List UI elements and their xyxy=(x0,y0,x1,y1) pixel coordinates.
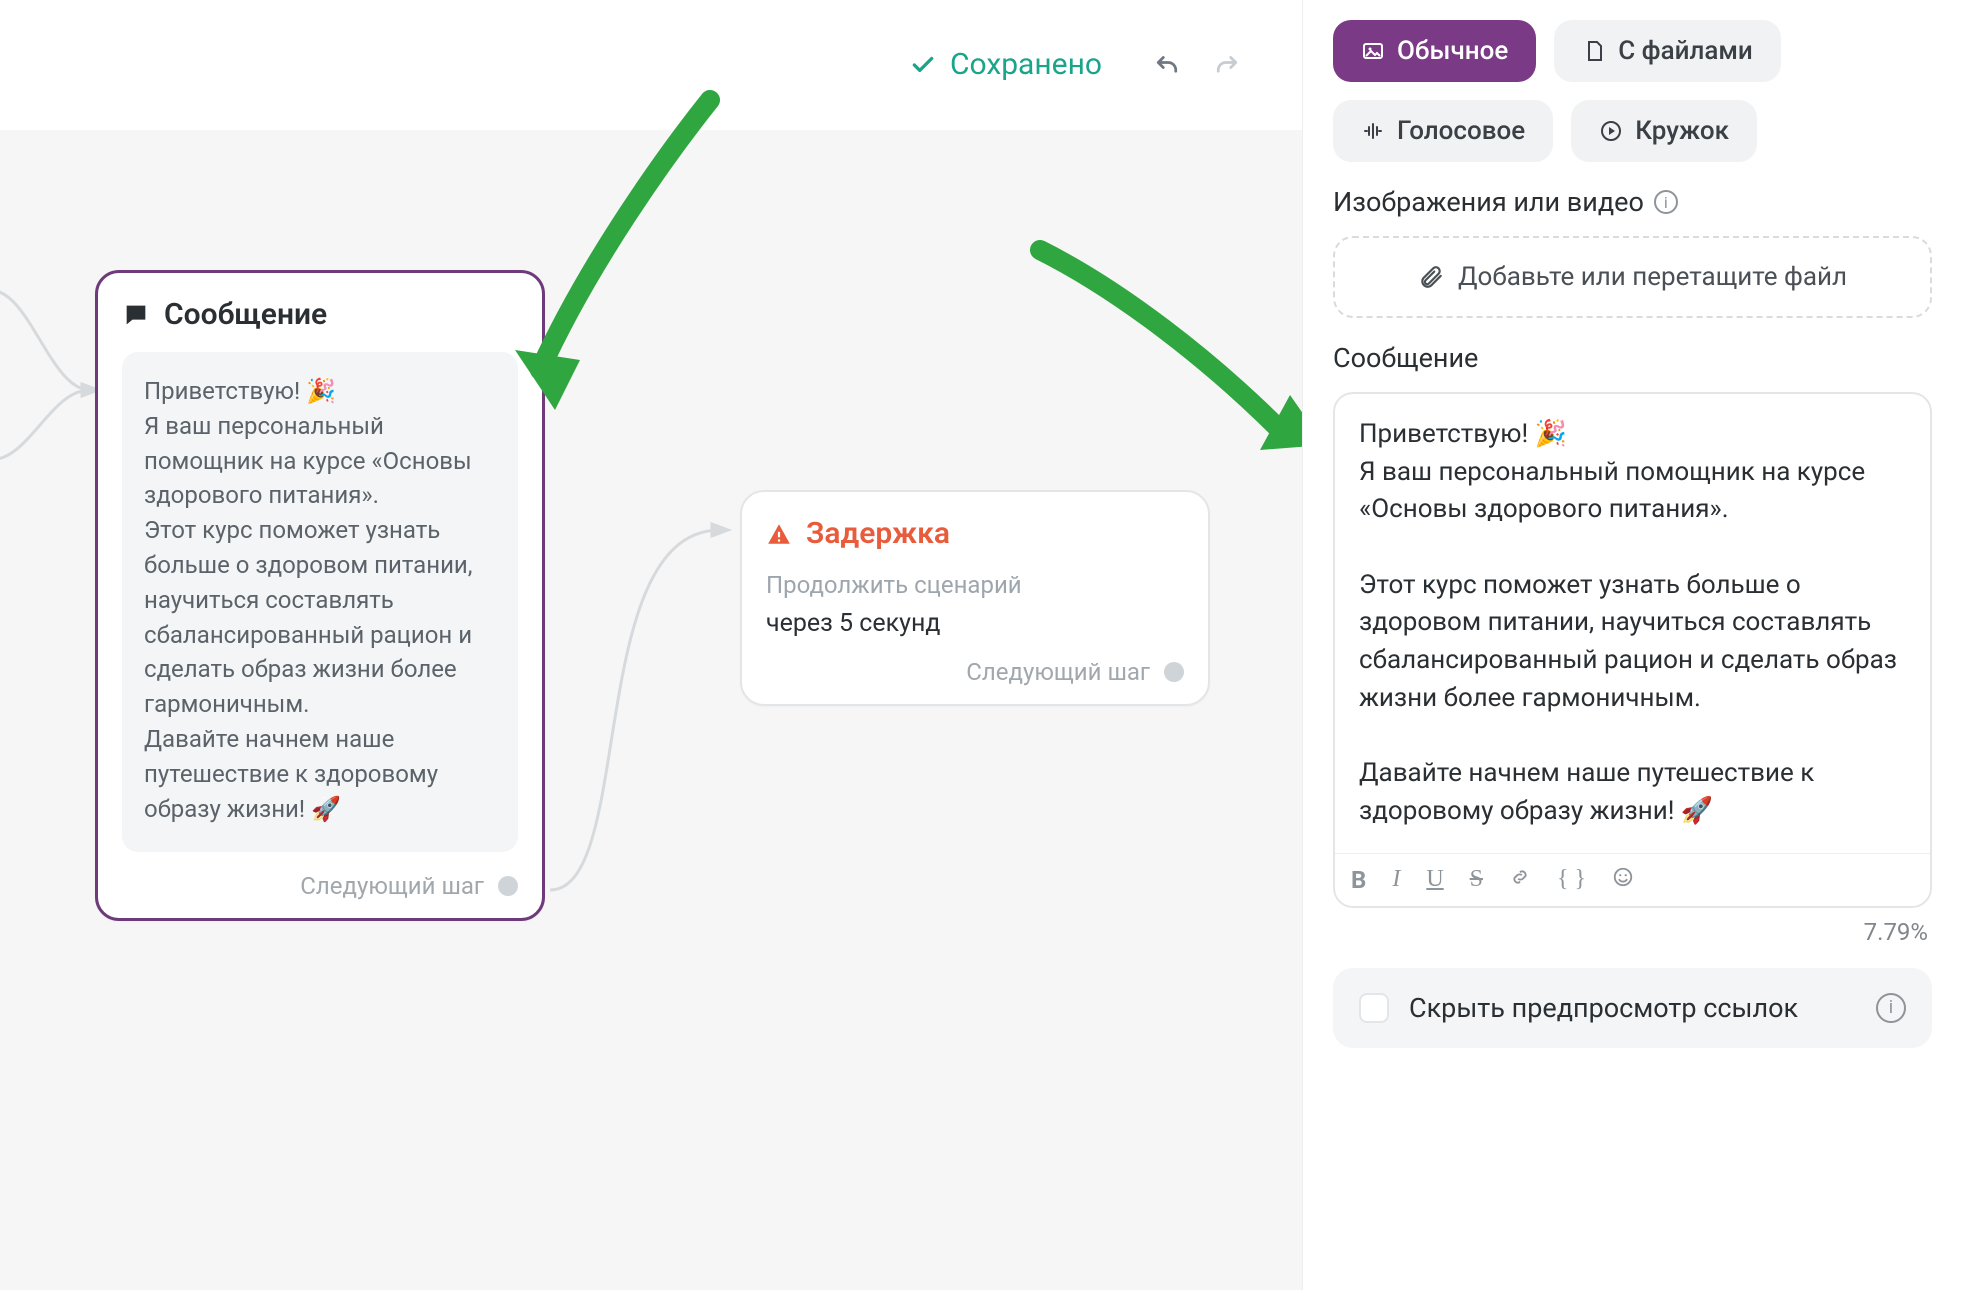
canvas-area[interactable]: Сохранено Сообщение Приветствую! 🎉 Я xyxy=(0,0,1302,1290)
emoji-icon xyxy=(1612,866,1634,888)
side-panel: Обычное С файлами Голосовое Кружок Изобр… xyxy=(1302,0,1962,1290)
redo-button[interactable] xyxy=(1212,50,1242,80)
toolbar-bold[interactable]: B xyxy=(1351,866,1366,894)
node-delay-value: через 5 секунд xyxy=(766,609,1184,638)
toolbar-underline[interactable]: U xyxy=(1426,866,1443,894)
next-step-label: Следующий шаг xyxy=(966,658,1150,686)
canvas-body[interactable]: Сообщение Приветствую! 🎉 Я ваш персональ… xyxy=(0,130,1302,1290)
message-type-chips: Обычное С файлами Голосовое Кружок xyxy=(1333,20,1932,162)
node-delay-title-row: Задержка xyxy=(766,516,1184,551)
chat-icon xyxy=(122,301,150,329)
toolbar-italic[interactable]: I xyxy=(1392,866,1400,894)
connector-msg-delay xyxy=(545,520,745,920)
warning-icon xyxy=(766,521,792,547)
node-message-next[interactable]: Следующий шаг xyxy=(122,872,518,900)
file-dropzone[interactable]: Добавьте или перетащите файл xyxy=(1333,236,1932,318)
node-message-title-row: Сообщение xyxy=(122,297,518,332)
media-section-label: Изображения или видео i xyxy=(1333,186,1932,218)
node-delay-title: Задержка xyxy=(806,516,950,551)
audio-waveform-icon xyxy=(1361,119,1385,143)
redo-icon xyxy=(1212,50,1242,80)
toolbar-emoji[interactable] xyxy=(1612,866,1634,894)
chip-circle[interactable]: Кружок xyxy=(1571,100,1757,162)
hide-preview-option[interactable]: Скрыть предпросмотр ссылок i xyxy=(1333,968,1932,1048)
hide-preview-label: Скрыть предпросмотр ссылок xyxy=(1409,992,1798,1024)
port-icon[interactable] xyxy=(498,876,518,896)
info-icon[interactable]: i xyxy=(1654,190,1678,214)
chip-voice[interactable]: Голосовое xyxy=(1333,100,1553,162)
chip-files-label: С файлами xyxy=(1618,36,1753,66)
image-icon xyxy=(1361,39,1385,63)
node-message-title: Сообщение xyxy=(164,297,327,332)
file-icon xyxy=(1582,39,1606,63)
hide-preview-checkbox[interactable] xyxy=(1359,993,1389,1023)
undo-button[interactable] xyxy=(1152,50,1182,80)
chip-normal[interactable]: Обычное xyxy=(1333,20,1536,82)
node-delay-next[interactable]: Следующий шаг xyxy=(766,658,1184,686)
paperclip-icon xyxy=(1418,264,1444,290)
node-delay-subtitle: Продолжить сценарий xyxy=(766,571,1184,599)
connector-in-2 xyxy=(0,370,100,490)
char-percent: 7.79% xyxy=(1333,918,1928,946)
media-label-text: Изображения или видео xyxy=(1333,186,1644,218)
port-icon[interactable] xyxy=(1164,662,1184,682)
annotation-arrow-right xyxy=(1030,240,1320,470)
chip-circle-label: Кружок xyxy=(1635,116,1729,146)
node-message[interactable]: Сообщение Приветствую! 🎉 Я ваш персональ… xyxy=(95,270,545,921)
toolbar-variable[interactable]: { } xyxy=(1557,866,1586,894)
info-icon[interactable]: i xyxy=(1876,993,1906,1023)
chip-voice-label: Голосовое xyxy=(1397,116,1525,146)
node-delay[interactable]: Задержка Продолжить сценарий через 5 сек… xyxy=(740,490,1210,706)
canvas-header: Сохранено xyxy=(0,0,1302,130)
message-editor: Приветствую! 🎉 Я ваш персональный помощн… xyxy=(1333,392,1932,908)
toolbar-link[interactable] xyxy=(1509,866,1531,894)
undo-icon xyxy=(1152,50,1182,80)
saved-status: Сохранено xyxy=(910,47,1102,82)
message-editor-text[interactable]: Приветствую! 🎉 Я ваш персональный помощн… xyxy=(1335,394,1930,853)
chip-normal-label: Обычное xyxy=(1397,36,1508,66)
play-circle-icon xyxy=(1599,119,1623,143)
next-step-label: Следующий шаг xyxy=(300,872,484,900)
check-icon xyxy=(910,52,936,78)
undo-redo-group xyxy=(1152,50,1242,80)
editor-toolbar: B I U S { } xyxy=(1335,853,1930,906)
message-section-label: Сообщение xyxy=(1333,342,1932,374)
toolbar-strike[interactable]: S xyxy=(1470,866,1483,894)
link-icon xyxy=(1509,866,1531,888)
saved-label: Сохранено xyxy=(950,47,1102,82)
node-message-body: Приветствую! 🎉 Я ваш персональный помощн… xyxy=(122,352,518,852)
dropzone-label: Добавьте или перетащите файл xyxy=(1458,262,1847,292)
chip-files[interactable]: С файлами xyxy=(1554,20,1781,82)
